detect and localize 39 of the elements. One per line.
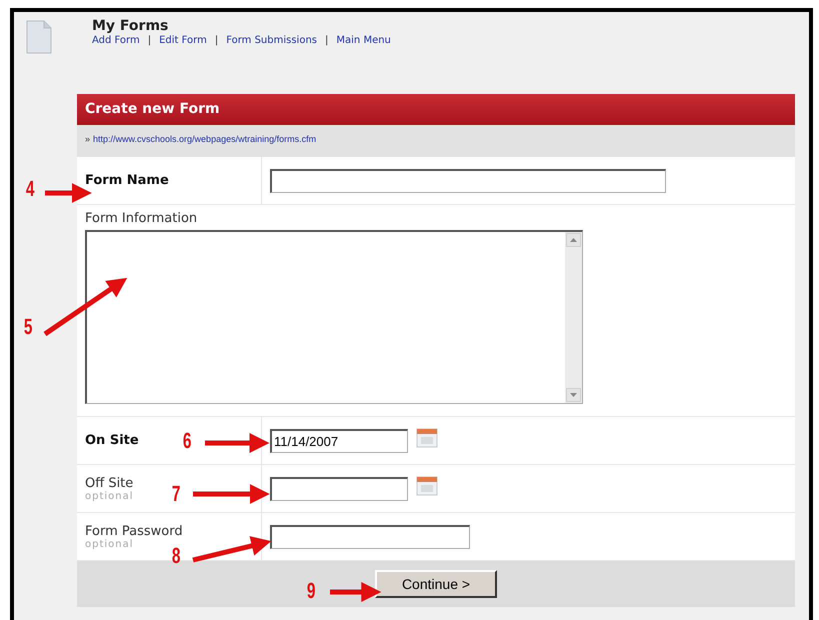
calendar-icon[interactable] xyxy=(416,428,438,448)
optional-note: optional xyxy=(85,538,134,550)
arrow xyxy=(45,183,92,203)
field-label: Form Information xyxy=(85,211,198,226)
continue-button[interactable]: Continue > xyxy=(375,570,497,598)
step-number: 8 xyxy=(172,543,180,569)
nav-separator: | xyxy=(214,35,218,46)
input-field[interactable] xyxy=(270,524,470,548)
nav-link[interactable]: Add Form xyxy=(92,35,140,46)
field-label: On Site xyxy=(85,433,139,448)
nav-link[interactable]: Form Submissions xyxy=(226,35,318,46)
page-title: My Forms xyxy=(92,18,170,34)
input-field[interactable] xyxy=(270,168,666,192)
url-link[interactable]: http://www.cvschools.org/webpages/wtraining/forms.cfm xyxy=(93,134,316,148)
nav-separator: | xyxy=(148,35,152,46)
nav-separator: | xyxy=(325,35,328,46)
step-number: 4 xyxy=(26,176,34,202)
step-number: 5 xyxy=(24,314,32,340)
calendar-icon[interactable] xyxy=(416,476,438,496)
scroll-up-icon[interactable] xyxy=(566,233,581,247)
field-label: Off Site xyxy=(85,476,134,490)
arrow xyxy=(205,433,270,453)
scrollbar[interactable] xyxy=(565,232,582,403)
document-icon xyxy=(26,20,52,54)
nav-link[interactable]: Main Menu xyxy=(336,35,391,46)
step-number: 7 xyxy=(172,481,180,507)
scroll-down-icon[interactable] xyxy=(566,388,581,402)
step-number: 6 xyxy=(182,428,192,454)
panel-header: Create new Form xyxy=(77,94,795,125)
field-label: Form Name xyxy=(85,173,169,188)
input-field[interactable] xyxy=(270,476,408,500)
arrow xyxy=(330,582,382,602)
step-number: 9 xyxy=(306,578,316,604)
optional-note: optional xyxy=(85,490,134,502)
nav-link[interactable]: Edit Form xyxy=(159,35,207,46)
breadcrumb-mark: » xyxy=(85,134,90,146)
field-label: Form Password xyxy=(85,524,183,538)
input-field[interactable]: 11/14/2007 xyxy=(270,428,408,452)
text-area[interactable] xyxy=(85,230,583,404)
